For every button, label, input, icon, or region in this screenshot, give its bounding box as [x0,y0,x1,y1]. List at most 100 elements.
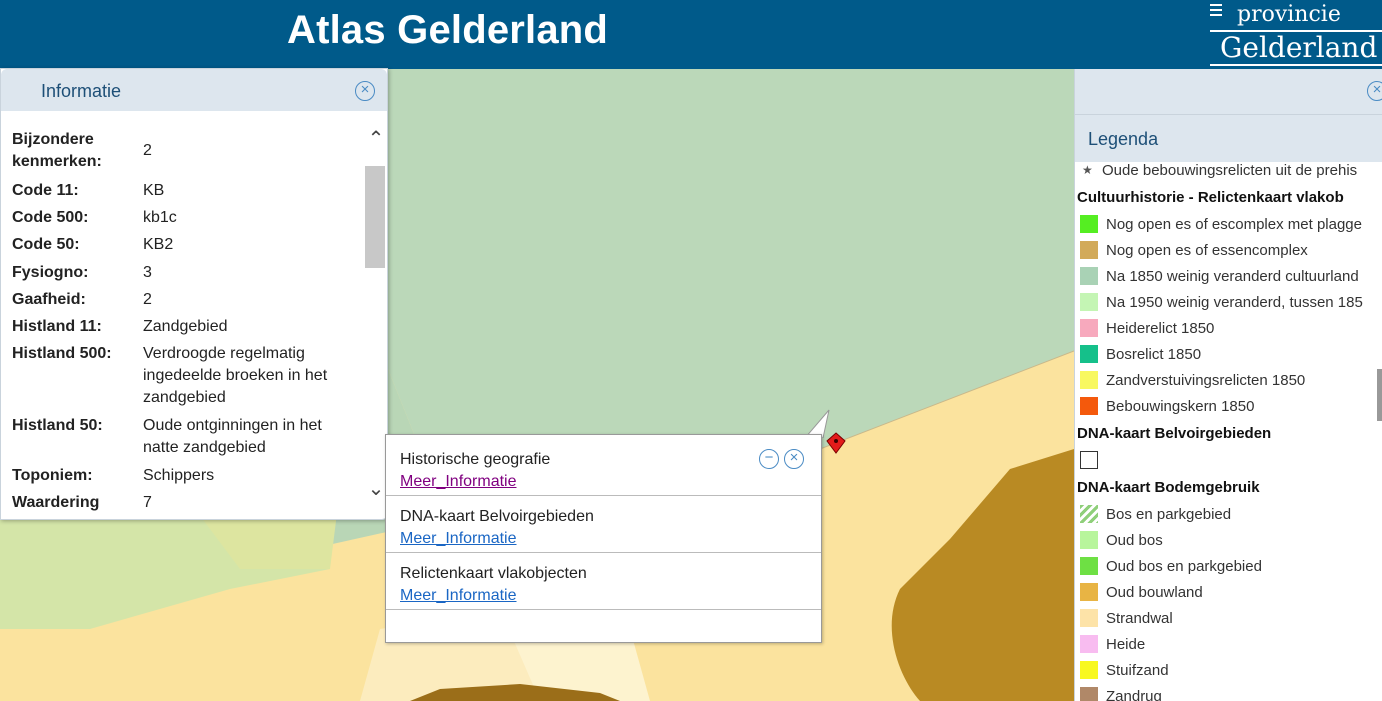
legend-swatch [1080,661,1098,679]
legend-item: ★ Oude bebouwingsrelicten uit de prehis [1075,157,1382,183]
legend-item: Zandrug [1075,683,1382,701]
info-row-key: Bijzondere kenmerken: [12,131,102,170]
info-row-value: 3 [143,264,152,281]
legend-item-label: Oud bos en parkgebied [1106,557,1262,575]
legend-item: Stuifzand [1075,657,1382,683]
legend-item: Oud bouwland [1075,579,1382,605]
legend-swatch [1080,531,1098,549]
legend-panel: × Legenda ★ Oude bebouwingsrelicten uit d… [1074,69,1382,701]
info-row-value: 7 [143,494,152,511]
info-row: Code 11: KB [1,180,353,202]
legend-item: Na 1850 weinig veranderd cultuurland [1075,263,1382,289]
legend-swatch [1080,557,1098,575]
info-row-key: Code 11: [12,182,79,199]
popup-item: Historische geografie Meer_Informatie [386,435,821,496]
popup-item-title: Relictenkaart vlakobjecten [400,565,587,582]
info-attribute-list: Bijzondere kenmerken: 2 Code 11: KB Code 500… [1,111,363,519]
legend-swatch [1080,505,1098,523]
legend-item: Zandverstuivingsrelicten 1850 [1075,367,1382,393]
legend-item: Bosrelict 1850 [1075,341,1382,367]
info-row: Histland 50: Oude ontginningen in het nat… [1,415,353,459]
info-row-key: Histland 11: [12,318,102,335]
legend-group-header: DNA-kaart Belvoirgebieden [1077,424,1272,442]
legend-item-label: Strandwal [1106,609,1173,627]
legend-item-label: Nog open es of escomplex met plagge [1106,215,1362,233]
info-row-key: Waardering [12,494,100,511]
info-row-value: 2 [143,142,152,159]
legend-swatch [1080,609,1098,627]
legend-item-label: Bebouwingskern 1850 [1106,397,1255,415]
info-row: Histland 11: Zandgebied [1,316,353,338]
legend-item-label: Stuifzand [1106,661,1169,679]
more-info-link[interactable]: Meer_Informatie [400,530,517,548]
legend-item: Bos en parkgebied [1075,501,1382,527]
close-icon[interactable]: × [1367,81,1382,101]
legend-swatch [1080,635,1098,653]
legend-item: Nog open es of essencomplex [1075,237,1382,263]
scrollbar-thumb[interactable] [365,166,385,268]
info-row-key: Fysiogno: [12,264,89,281]
legend-item-label: Na 1950 weinig veranderd, tussen 185 [1106,293,1363,311]
info-row-key: Histland 50: [12,417,103,434]
feature-popup: − × Historische geografie Meer_Informati… [385,434,822,643]
info-row-key: Toponiem: [12,467,93,484]
chevron-down-icon[interactable]: ⌄ [366,479,386,499]
info-row-value: KB2 [143,236,174,253]
legend-swatch [1080,215,1098,233]
legend-item-label: Oud bos [1106,531,1163,549]
info-panel-header: Informatie × [1,69,387,111]
popup-item-title: DNA-kaart Belvoirgebieden [400,508,594,525]
info-row-key: Code 50: [12,236,80,253]
more-info-link[interactable]: Meer_Informatie [400,587,517,605]
legend-swatch [1080,267,1098,285]
info-row: Code 50: KB2 [1,234,353,256]
legend-item-label: Na 1850 weinig veranderd cultuurland [1106,267,1359,285]
legend-swatch [1080,371,1098,389]
info-row-value: Schippers [143,467,215,484]
legend-item-label: Heide [1106,635,1146,653]
legend-item: Strandwal [1075,605,1382,631]
legend-swatch [1080,293,1098,311]
info-row: Code 500: kb1c [1,207,353,229]
legend-item: Heiderelict 1850 [1075,315,1382,341]
legend-swatch [1080,451,1098,469]
more-info-link[interactable]: Meer_Informatie [400,473,517,491]
info-panel-title: Informatie [41,81,122,101]
legend-swatch [1080,687,1098,701]
legend-swatch [1080,345,1098,363]
info-row-key: Code 500: [12,209,89,226]
legend-item-label: Heiderelict 1850 [1106,319,1215,337]
legend-title: Legenda [1088,129,1159,149]
logo-line-2: Gelderland [1220,31,1378,64]
info-row: Toponiem: Schippers [1,465,353,487]
legend-group-header: DNA-kaart Bodemgebruik [1077,478,1260,496]
popup-item: DNA-kaart Belvoirgebieden Meer_Informati… [386,496,821,553]
legend-item: Na 1950 weinig veranderd, tussen 185 [1075,289,1382,315]
app-header: Atlas Gelderland provincie Gelderland [0,0,1382,69]
legend-item-label: Zandverstuivingsrelicten 1850 [1106,371,1306,389]
legend-swatch [1080,583,1098,601]
popup-item: Relictenkaart vlakobjecten Meer_Informat… [386,553,821,610]
legend-swatch [1080,397,1098,415]
legend-item-label: Oud bouwland [1106,583,1203,601]
info-row: Gaafheid: 2 [1,289,353,311]
info-row-value: Verdroogde regelmatig ingedeelde broeken… [143,345,328,406]
province-logo: provincie Gelderland [1210,0,1382,69]
legend-group-header: Cultuurhistorie - Relictenkaart vlakob [1077,188,1344,206]
chevron-up-icon[interactable]: ⌃ [366,129,386,149]
close-icon[interactable]: × [355,81,375,101]
info-panel: Informatie × Bijzondere kenmerken: 2 Code … [0,68,388,520]
legend-item: Heide [1075,631,1382,657]
info-row: Waardering 7 [1,492,353,514]
info-row-value: 2 [143,291,152,308]
legend-item-label: Bos en parkgebied [1106,505,1232,523]
info-row-value: KB [143,182,165,199]
legend-item-label: Nog open es of essencomplex [1106,241,1308,259]
legend-item: Nog open es of escomplex met plagge [1075,211,1382,237]
legend-item: Bebouwingskern 1850 [1075,393,1382,419]
info-row: Histland 500: Verdroogde regelmatig inged… [1,343,353,409]
legend-header: Legenda [1075,114,1382,162]
legend-item-label: Bosrelict 1850 [1106,345,1202,363]
legend-item: Oud bos en parkgebied [1075,553,1382,579]
legend-scrollbar-thumb[interactable] [1377,369,1382,421]
